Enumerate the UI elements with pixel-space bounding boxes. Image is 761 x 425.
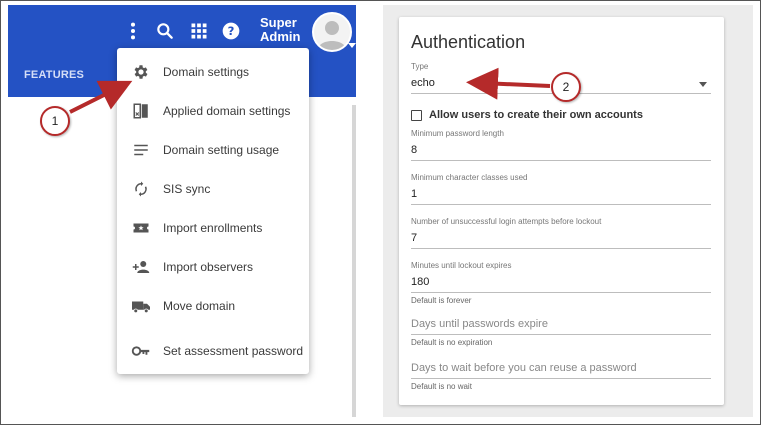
- user-name-line1: Super: [260, 15, 297, 30]
- help-icon[interactable]: ?: [220, 20, 242, 42]
- menu-item-move-domain[interactable]: Move domain: [117, 286, 309, 325]
- page-title: Authentication: [411, 32, 526, 52]
- min-char-classes-field[interactable]: Minimum character classes used 1: [411, 173, 711, 205]
- field-underline: [411, 292, 711, 293]
- ticket-icon: [131, 218, 151, 238]
- field-underline: [411, 160, 711, 161]
- lockout-minutes-help: Default is forever: [411, 296, 472, 305]
- min-char-classes-value: 1: [411, 188, 418, 200]
- menu-item-import-observers[interactable]: Import observers: [117, 247, 309, 286]
- more-vert-icon[interactable]: [122, 20, 144, 42]
- svg-text:?: ?: [228, 24, 235, 38]
- menu-item-sis-sync[interactable]: SIS sync: [117, 169, 309, 208]
- user-name-line2: Admin: [260, 29, 301, 44]
- min-password-length-label: Minimum password length: [411, 129, 504, 138]
- annotation-badge-2: 2: [551, 72, 581, 102]
- menu-item-set-assessment-password[interactable]: Set assessment password: [117, 331, 309, 370]
- features-tab[interactable]: FEATURES: [24, 69, 84, 81]
- apps-grid-icon[interactable]: [188, 20, 210, 42]
- user-name[interactable]: Super Admin: [260, 16, 300, 44]
- password-reuse-field[interactable]: Days to wait before you can reuse a pass…: [411, 362, 711, 391]
- menu-item-label: SIS sync: [163, 181, 211, 196]
- allow-create-accounts-row[interactable]: Allow users to create their own accounts: [411, 109, 643, 121]
- field-underline: [411, 378, 711, 379]
- lockout-minutes-field[interactable]: Minutes until lockout expires 180 Defaul…: [411, 261, 711, 305]
- menu-item-domain-setting-usage[interactable]: Domain setting usage: [117, 130, 309, 169]
- login-attempts-value: 7: [411, 232, 418, 244]
- split-book-icon: [131, 101, 151, 121]
- menu-item-label: Import observers: [163, 259, 254, 274]
- menu-item-label: Move domain: [163, 298, 236, 313]
- search-icon[interactable]: [154, 20, 176, 42]
- password-reuse-placeholder: Days to wait before you can reuse a pass…: [411, 362, 637, 374]
- allow-create-accounts-checkbox[interactable]: [411, 109, 422, 121]
- login-attempts-label: Number of unsuccessful login attempts be…: [411, 217, 602, 226]
- person-icon: [318, 21, 346, 50]
- gear-icon: [131, 62, 151, 82]
- left-panel: FEATURES ? Super Admin Domain settings A…: [8, 5, 356, 417]
- truck-icon: [131, 296, 151, 316]
- password-reuse-help: Default is no wait: [411, 382, 472, 391]
- person-add-icon: [131, 257, 151, 277]
- avatar[interactable]: [312, 12, 352, 52]
- min-password-length-value: 8: [411, 144, 418, 156]
- menu-item-label: Import enrollments: [163, 220, 263, 235]
- field-underline: [411, 204, 711, 205]
- min-password-length-field[interactable]: Minimum password length 8: [411, 129, 711, 161]
- menu-item-domain-settings[interactable]: Domain settings: [117, 52, 309, 91]
- lockout-minutes-label: Minutes until lockout expires: [411, 261, 512, 270]
- type-label: Type: [411, 62, 429, 71]
- admin-dropdown-menu: Domain settings Applied domain settings …: [117, 48, 309, 374]
- dropdown-caret-icon[interactable]: [699, 82, 707, 87]
- menu-item-label: Domain setting usage: [163, 142, 280, 157]
- min-char-classes-label: Minimum character classes used: [411, 173, 528, 182]
- annotation-badge-1: 1: [40, 106, 70, 136]
- lockout-minutes-value: 180: [411, 276, 430, 288]
- allow-create-accounts-label: Allow users to create their own accounts: [429, 109, 643, 121]
- avatar-dropdown-icon[interactable]: [348, 43, 356, 48]
- menu-item-label: Domain settings: [163, 64, 250, 79]
- list-icon: [131, 140, 151, 160]
- password-expire-field[interactable]: Days until passwords expire Default is n…: [411, 318, 711, 347]
- sync-icon: [131, 179, 151, 199]
- password-expire-help: Default is no expiration: [411, 338, 493, 347]
- key-icon: [131, 341, 151, 361]
- password-expire-placeholder: Days until passwords expire: [411, 318, 548, 330]
- menu-item-label: Applied domain settings: [163, 103, 291, 118]
- scrollbar[interactable]: [352, 105, 356, 417]
- login-attempts-field[interactable]: Number of unsuccessful login attempts be…: [411, 217, 711, 249]
- field-underline: [411, 248, 711, 249]
- menu-item-applied-domain-settings[interactable]: Applied domain settings: [117, 91, 309, 130]
- menu-item-import-enrollments[interactable]: Import enrollments: [117, 208, 309, 247]
- menu-item-label: Set assessment password: [163, 343, 304, 358]
- field-underline: [411, 334, 711, 335]
